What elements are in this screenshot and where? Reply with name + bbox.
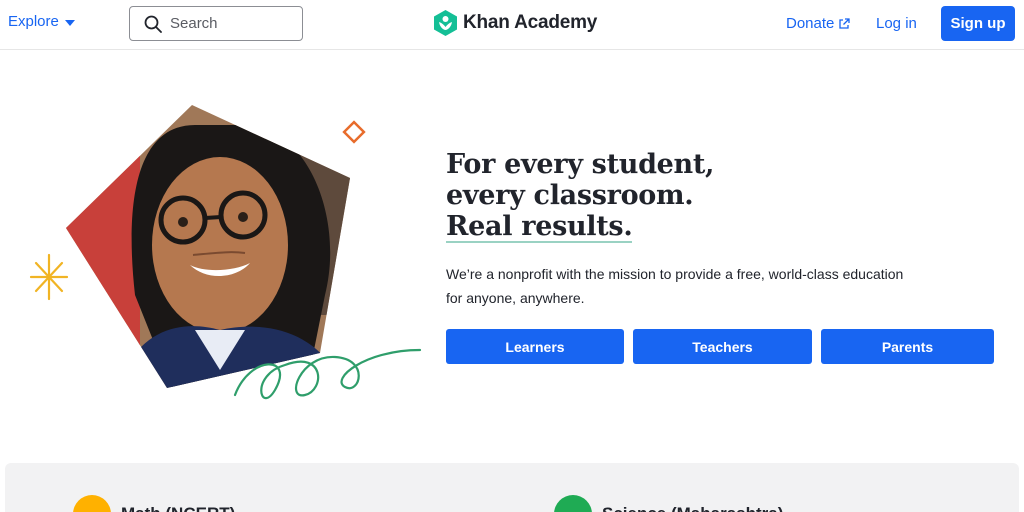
course-name: Math (NCERT): [121, 504, 235, 512]
learners-button[interactable]: Learners: [446, 329, 624, 364]
math-icon: [73, 495, 111, 512]
chevron-down-icon: [64, 19, 75, 26]
search-box[interactable]: [129, 6, 303, 41]
hero-student-photo: [29, 105, 422, 399]
external-link-icon: [839, 17, 851, 29]
teachers-button[interactable]: Teachers: [633, 329, 812, 364]
course-item-science[interactable]: Science (Maharashtra): [554, 495, 783, 512]
logo-text: Khan Academy: [463, 12, 598, 33]
parents-button[interactable]: Parents: [821, 329, 994, 364]
science-icon: [554, 495, 592, 512]
explore-menu-button[interactable]: Explore: [8, 13, 75, 30]
khan-academy-logo-icon: [434, 10, 457, 36]
khan-academy-logo[interactable]: Khan Academy: [434, 10, 597, 36]
signup-button[interactable]: Sign up: [941, 6, 1015, 41]
chevron-right-icon[interactable]: ›: [933, 507, 938, 512]
search-input[interactable]: [170, 15, 290, 32]
top-nav: Explore Khan Academy Donate Log in Sign …: [0, 0, 1024, 50]
search-icon: [144, 15, 162, 33]
donate-link[interactable]: Donate: [786, 15, 851, 32]
course-section: Math (NCERT) › Science (Maharashtra) ›: [5, 463, 1019, 512]
course-name: Science (Maharashtra): [602, 504, 783, 512]
donate-label: Donate: [786, 15, 835, 32]
chevron-right-icon[interactable]: ›: [451, 507, 456, 512]
headline-line-1: For every student,: [446, 149, 715, 180]
course-item-math[interactable]: Math (NCERT): [73, 495, 235, 512]
hero-subtitle: We’re a nonprofit with the mission to pr…: [446, 266, 904, 306]
explore-label: Explore: [8, 13, 59, 30]
login-link[interactable]: Log in: [876, 15, 917, 32]
headline-line-3: Real results.: [446, 211, 633, 243]
headline-line-2: every classroom.: [446, 180, 694, 211]
hero-headline: For every student, every classroom. Real…: [446, 149, 714, 243]
